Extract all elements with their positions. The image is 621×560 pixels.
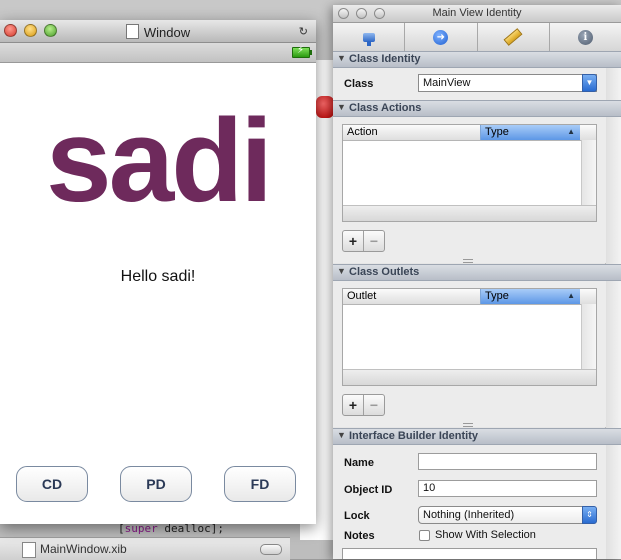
xib-window-title: MainWindow.xib bbox=[40, 542, 127, 556]
document-icon bbox=[125, 24, 139, 39]
fd-button[interactable]: FD bbox=[224, 466, 296, 502]
outlets-table-header: Outlet Type ▲ bbox=[343, 289, 596, 305]
pd-button[interactable]: PD bbox=[120, 466, 192, 502]
cd-button[interactable]: CD bbox=[16, 466, 88, 502]
simulated-status-bar: ⚡ bbox=[0, 43, 316, 63]
combo-arrow-icon[interactable]: ▼ bbox=[582, 74, 597, 92]
lock-popup-button[interactable]: Nothing (Inherited) ⇕ bbox=[418, 506, 597, 524]
name-label: Name bbox=[344, 457, 374, 469]
popup-arrows-icon[interactable]: ⇕ bbox=[582, 506, 597, 524]
info-icon: i bbox=[577, 29, 593, 45]
resize-arrow-icon[interactable]: ↻ bbox=[299, 25, 308, 38]
show-with-selection-checkbox[interactable] bbox=[419, 530, 430, 541]
toolbar-toggle-button[interactable] bbox=[260, 544, 282, 555]
app-window-titlebar[interactable]: Window ↻ bbox=[0, 20, 316, 43]
add-action-button[interactable]: + bbox=[343, 231, 364, 251]
disclosure-triangle-icon: ▼ bbox=[337, 430, 346, 440]
logo-text: sadi bbox=[45, 95, 273, 227]
inspector-scrollbar[interactable] bbox=[605, 52, 621, 559]
split-handle[interactable] bbox=[463, 423, 473, 427]
notes-label: Notes bbox=[344, 530, 375, 542]
object-id-field[interactable]: 10 bbox=[418, 480, 597, 497]
class-value: MainView bbox=[423, 77, 471, 89]
split-handle[interactable] bbox=[463, 259, 473, 263]
name-field[interactable] bbox=[418, 453, 597, 470]
sort-ascending-icon: ▲ bbox=[567, 127, 575, 136]
notes-text-area[interactable] bbox=[342, 548, 597, 559]
outlet-type-column-label: Type bbox=[485, 290, 509, 302]
app-window-title: Window bbox=[143, 25, 191, 40]
ruler-icon bbox=[503, 28, 523, 46]
disclosure-triangle-icon: ▼ bbox=[337, 53, 346, 63]
class-actions-header[interactable]: ▼ Class Actions bbox=[333, 100, 621, 117]
connections-arrow-icon: ➜ bbox=[433, 29, 449, 45]
type-column-header[interactable]: Type ▲ bbox=[480, 125, 580, 140]
identity-inspector: Main View Identity ➜ i ▼ Class Identity … bbox=[333, 5, 621, 559]
tab-identity[interactable]: i bbox=[550, 23, 621, 51]
class-label: Class bbox=[344, 78, 374, 90]
remove-outlet-button[interactable]: − bbox=[364, 395, 384, 415]
outlet-column-header[interactable]: Outlet bbox=[347, 290, 376, 302]
outlets-add-remove-control: + − bbox=[342, 394, 385, 416]
background-toolbar-icon bbox=[316, 96, 334, 118]
ib-identity-header[interactable]: ▼ Interface Builder Identity bbox=[333, 428, 621, 445]
outlet-type-column-header[interactable]: Type ▲ bbox=[480, 289, 580, 304]
class-identity-header[interactable]: ▼ Class Identity bbox=[333, 51, 621, 68]
actions-add-remove-control: + − bbox=[342, 230, 385, 252]
actions-horizontal-scrollbar[interactable] bbox=[343, 205, 596, 221]
show-with-selection-label: Show With Selection bbox=[435, 529, 536, 541]
outlets-horizontal-scrollbar[interactable] bbox=[343, 369, 596, 385]
tab-connections[interactable]: ➜ bbox=[405, 23, 478, 51]
class-combo-box[interactable]: MainView ▼ bbox=[418, 74, 597, 92]
actions-table-header: Action Type ▲ bbox=[343, 125, 596, 141]
sort-ascending-icon: ▲ bbox=[567, 291, 575, 300]
disclosure-triangle-icon: ▼ bbox=[337, 266, 346, 276]
class-actions-title: Class Actions bbox=[349, 102, 422, 114]
class-outlets-header[interactable]: ▼ Class Outlets bbox=[333, 264, 621, 281]
tab-attributes[interactable] bbox=[333, 23, 406, 51]
inspector-titlebar[interactable]: Main View Identity bbox=[333, 5, 621, 23]
add-outlet-button[interactable]: + bbox=[343, 395, 364, 415]
lock-value: Nothing (Inherited) bbox=[423, 509, 515, 521]
object-id-label: Object ID bbox=[344, 484, 393, 496]
battery-icon: ⚡ bbox=[292, 45, 312, 58]
type-column-label: Type bbox=[485, 126, 509, 138]
xib-window-titlebar[interactable]: MainWindow.xib bbox=[0, 537, 290, 560]
remove-action-button[interactable]: − bbox=[364, 231, 384, 251]
tab-size[interactable] bbox=[478, 23, 550, 51]
outlets-table[interactable]: Outlet Type ▲ bbox=[342, 288, 597, 386]
app-window: Window ↻ ⚡ sadi Hello sadi! CD PD FD bbox=[0, 20, 316, 524]
attributes-icon bbox=[362, 32, 375, 46]
action-column-header[interactable]: Action bbox=[347, 126, 378, 138]
class-outlets-title: Class Outlets bbox=[349, 266, 420, 278]
inspector-tab-bar: ➜ i bbox=[333, 23, 621, 52]
inspector-title: Main View Identity bbox=[432, 7, 522, 19]
disclosure-triangle-icon: ▼ bbox=[337, 102, 346, 112]
ib-identity-title: Interface Builder Identity bbox=[349, 430, 478, 442]
class-identity-title: Class Identity bbox=[349, 53, 421, 65]
app-window-title-wrap: Window bbox=[0, 24, 316, 40]
xib-document-icon bbox=[22, 542, 36, 558]
lock-label: Lock bbox=[344, 510, 370, 522]
hello-label: Hello sadi! bbox=[120, 268, 196, 285]
actions-table[interactable]: Action Type ▲ bbox=[342, 124, 597, 222]
